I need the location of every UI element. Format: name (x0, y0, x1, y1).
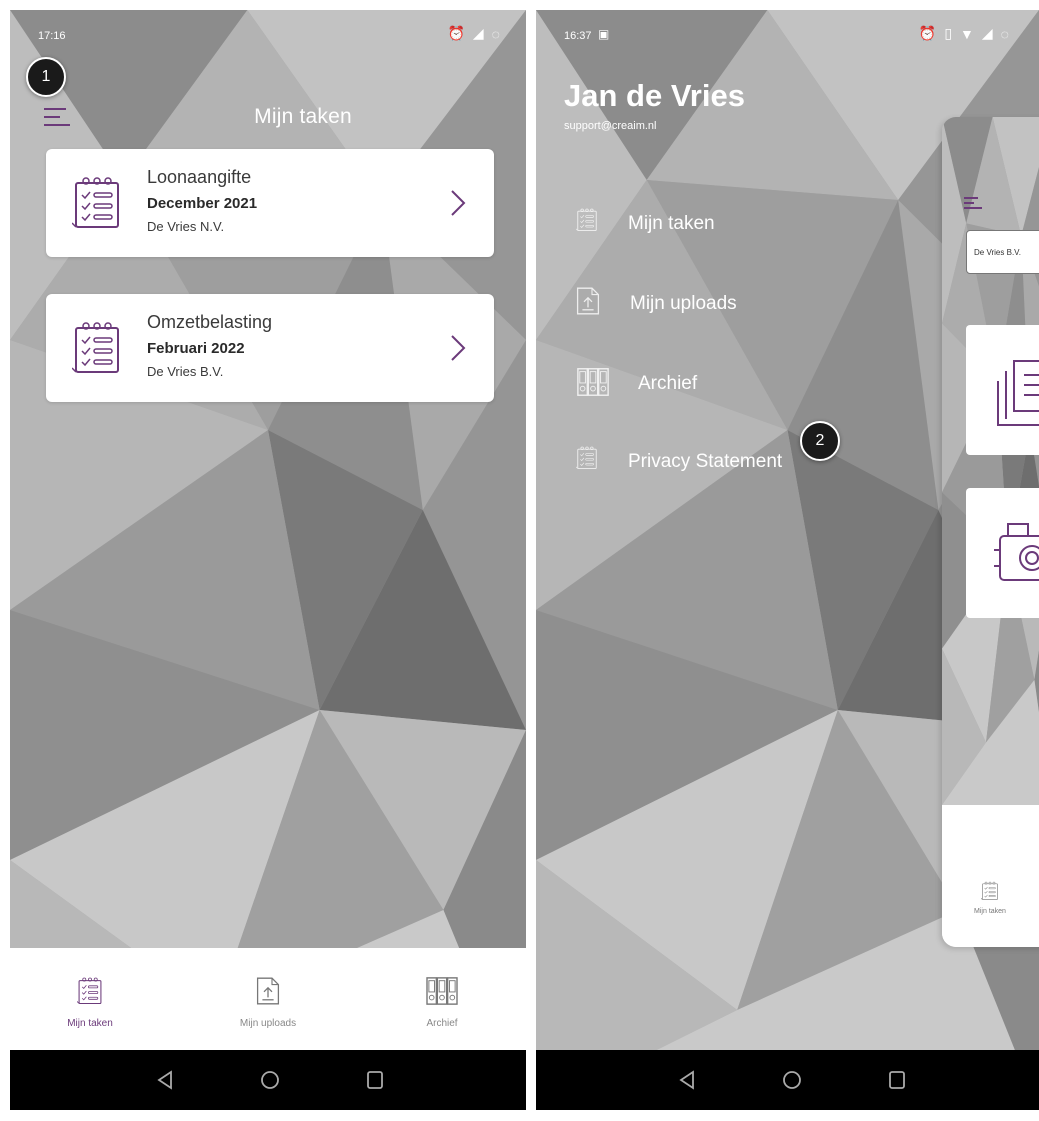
clipboard-list-icon (576, 443, 598, 473)
task-company: De Vries B.V. (147, 364, 224, 379)
page-title: Mijn taken (254, 105, 352, 128)
clipboard-list-icon (576, 205, 598, 235)
chevron-right-icon (451, 335, 466, 361)
vibrate-icon: ▯ (944, 25, 953, 41)
recents-icon[interactable] (366, 1070, 384, 1090)
menu-item-privacy-statement[interactable]: Privacy Statement (566, 443, 896, 483)
recents-icon[interactable] (888, 1070, 906, 1090)
nav-archief[interactable]: Archief (382, 948, 502, 1050)
chevron-right-icon (451, 190, 466, 216)
task-title: Omzetbelasting (147, 312, 273, 332)
back-icon[interactable] (678, 1070, 696, 1090)
polygon-background (942, 117, 1039, 805)
system-navigation-bar (536, 1050, 1039, 1110)
upload-file-icon (576, 285, 600, 317)
status-time: 16:37 (564, 30, 592, 42)
upload-file-icon (256, 976, 280, 1006)
right-phone-screen: 16:37 ▣ ⏰ ▯ ▼ ◢ ◌ Jan de Vries support@c… (536, 10, 1039, 1110)
clipboard-list-icon (72, 320, 122, 376)
loading-icon: ◌ (1000, 25, 1009, 42)
task-title: Loonaangifte (147, 167, 252, 187)
nav-label: Mijn uploads (239, 1018, 297, 1029)
wifi-icon: ▼ (960, 25, 974, 42)
task-company: De Vries N.V. (147, 219, 225, 234)
nav-label: Archief (426, 1018, 458, 1029)
main-screen-preview[interactable]: De Vries B.V. Mijn taken (942, 117, 1039, 947)
system-navigation-bar (10, 1050, 526, 1110)
menu-hamburger-icon (964, 197, 982, 209)
preview-bottom-navigation: Mijn taken (942, 805, 1039, 947)
clipboard-list-icon (981, 880, 999, 902)
camera-card (966, 488, 1039, 618)
nav-mijn-taken[interactable]: Mijn taken (30, 948, 150, 1050)
company-select: De Vries B.V. (966, 230, 1039, 274)
step-marker-1: 1 (26, 57, 66, 97)
home-icon[interactable] (260, 1070, 280, 1090)
scan-card (966, 325, 1039, 455)
menu-item-archief[interactable]: Archief (566, 365, 896, 405)
user-email: support@creaim.nl (564, 120, 657, 132)
status-time: 17:16 (38, 30, 66, 42)
task-period: December 2021 (147, 195, 258, 212)
signal-icon: ◢ (981, 25, 993, 41)
home-icon[interactable] (782, 1070, 802, 1090)
task-card-2[interactable]: Omzetbelasting Februari 2022 De Vries B.… (46, 294, 494, 402)
back-icon[interactable] (156, 1070, 174, 1090)
loading-icon: ◌ (491, 25, 500, 42)
menu-label: Archief (638, 373, 698, 394)
archive-binders-icon (425, 976, 459, 1006)
document-scan-icon (997, 360, 1039, 426)
status-bar: 17:16 ⏰ ◢ ◌ (10, 10, 526, 50)
clipboard-list-icon (72, 175, 122, 231)
step-marker-2: 2 (800, 421, 840, 461)
alarm-icon: ⏰ (447, 25, 465, 41)
alarm-icon: ⏰ (918, 25, 937, 41)
task-card-1[interactable]: Loonaangifte December 2021 De Vries N.V. (46, 149, 494, 257)
left-phone-screen: 17:16 ⏰ ◢ ◌ Mijn taken Loonaangifte Dece… (10, 10, 526, 1110)
signal-icon: ◢ (472, 25, 484, 41)
task-period: Februari 2022 (147, 340, 245, 357)
menu-label: Privacy Statement (628, 451, 783, 472)
camera-icon (994, 523, 1039, 581)
bottom-navigation: Mijn taken Mijn uploads Archief (10, 948, 526, 1050)
menu-item-mijn-uploads[interactable]: Mijn uploads (566, 285, 896, 325)
clipboard-list-icon (77, 976, 103, 1006)
user-name: Jan de Vries (564, 78, 745, 113)
menu-label: Mijn uploads (630, 293, 737, 314)
nav-label: Mijn taken (974, 908, 1006, 915)
nav-label: Mijn taken (67, 1018, 113, 1029)
nav-mijn-uploads[interactable]: Mijn uploads (208, 948, 328, 1050)
menu-item-mijn-taken[interactable]: Mijn taken (566, 205, 896, 245)
menu-label: Mijn taken (628, 213, 715, 234)
archive-binders-icon (576, 365, 610, 399)
status-bar: 16:37 ▣ ⏰ ▯ ▼ ◢ ◌ (536, 10, 1039, 50)
image-icon: ▣ (598, 27, 610, 41)
